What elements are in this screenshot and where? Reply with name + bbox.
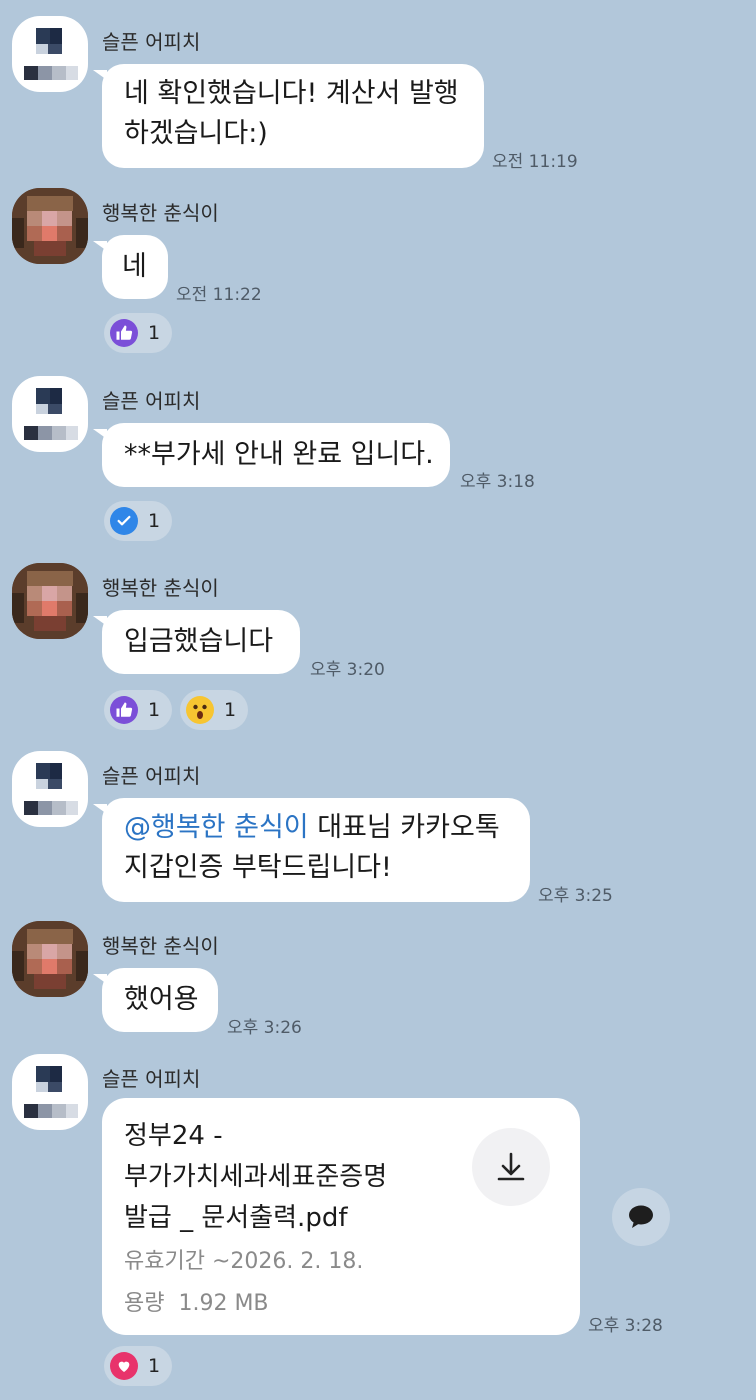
message-text: **부가세 안내 완료 입니다. [124, 439, 434, 470]
file-size: 용량 1.92 MB [124, 1291, 269, 1316]
message-time: 오후 3:28 [588, 1316, 663, 1336]
surprised-face-icon [186, 696, 214, 724]
thumbs-up-icon [110, 696, 138, 724]
message-bubble[interactable]: 했어용 [93, 968, 218, 1032]
bubble-tail [93, 804, 107, 814]
message-text: 지갑인증 부탁드립니다! [124, 852, 392, 883]
speech-bubble-icon [629, 1205, 653, 1228]
reaction-count: 1 [148, 510, 161, 532]
message-time: 오후 3:25 [538, 886, 613, 906]
message-bubble[interactable]: @행복한 춘식이 대표님 카카오톡 지갑인증 부탁드립니다! [93, 798, 530, 902]
file-name-line: 정부24 - [124, 1121, 223, 1151]
avatar[interactable] [12, 1054, 88, 1130]
avatar[interactable] [12, 376, 88, 452]
sender-name: 슬픈 어피치 [102, 764, 201, 788]
reaction-count: 1 [148, 1355, 161, 1377]
bubble-tail [93, 70, 107, 80]
check-icon [110, 507, 138, 535]
sender-name: 슬픈 어피치 [102, 389, 201, 413]
sender-name: 슬픈 어피치 [102, 1067, 201, 1091]
message-time: 오전 11:19 [492, 152, 578, 172]
file-name: 정부24 - 부가가치세과세표준증명 발급 _ 문서출력.pdf [124, 1116, 444, 1239]
bubble-tail [93, 974, 107, 984]
message-text: 했어용 [124, 984, 199, 1015]
message-time: 오후 3:20 [310, 660, 385, 680]
reaction-count: 1 [148, 699, 161, 721]
thumbs-up-icon [110, 319, 138, 347]
reaction-count: 1 [148, 322, 161, 344]
message-bubble[interactable]: 입금했습니다 [93, 610, 300, 674]
file-name-line: 발급 _ 문서출력.pdf [124, 1203, 348, 1233]
file-expiry: 유효기간 ~2026. 2. 18. [124, 1249, 364, 1274]
bubble-tail [93, 616, 107, 626]
heart-icon [110, 1352, 138, 1380]
message-text: 네 확인했습니다! 계산서 발행 [124, 78, 459, 109]
sender-name: 슬픈 어피치 [102, 30, 201, 54]
message-bubble[interactable]: **부가세 안내 완료 입니다. [93, 423, 450, 487]
avatar[interactable] [12, 921, 88, 997]
bubble-tail [93, 429, 107, 439]
file-name-line: 부가가치세과세표준증명 [124, 1162, 388, 1192]
share-button[interactable] [612, 1188, 670, 1246]
reaction-badge[interactable]: 1 [104, 501, 173, 541]
avatar[interactable] [12, 16, 88, 92]
reaction-count: 1 [224, 699, 237, 721]
download-button[interactable] [472, 1128, 550, 1206]
file-attachment-card[interactable]: 정부24 - 부가가치세과세표준증명 발급 _ 문서출력.pdf 유효기간 ~2… [102, 1098, 580, 1335]
mention-link[interactable]: @행복한 춘식이 [124, 812, 309, 843]
message-text: 입금했습니다 [124, 626, 274, 657]
avatar[interactable] [12, 563, 88, 639]
reaction-badge[interactable]: 1 [104, 313, 173, 353]
reaction-badge[interactable]: 1 [104, 690, 173, 730]
message-time: 오후 3:18 [460, 472, 535, 492]
bubble-tail [93, 241, 107, 251]
sender-name: 행복한 춘식이 [102, 576, 219, 600]
avatar[interactable] [12, 751, 88, 827]
avatar[interactable] [12, 188, 88, 264]
message-time: 오전 11:22 [176, 285, 262, 305]
message-text: 하겠습니다:) [124, 118, 268, 149]
message-bubble[interactable]: 네 [93, 235, 168, 299]
download-icon [497, 1152, 525, 1181]
reaction-badge[interactable]: 1 [180, 690, 249, 730]
sender-name: 행복한 춘식이 [102, 201, 219, 225]
message-text: 대표님 카카오톡 [308, 812, 500, 843]
message-text: 네 [122, 251, 147, 282]
reaction-badge[interactable]: 1 [104, 1346, 173, 1386]
message-bubble[interactable]: 네 확인했습니다! 계산서 발행 하겠습니다:) [93, 64, 484, 168]
message-time: 오후 3:26 [227, 1018, 302, 1038]
sender-name: 행복한 춘식이 [102, 934, 219, 958]
